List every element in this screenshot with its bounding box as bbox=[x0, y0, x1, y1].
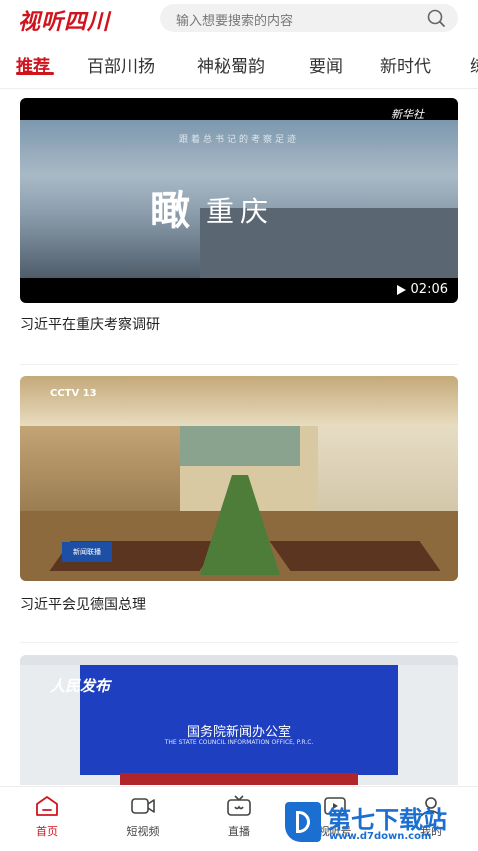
search-bar[interactable]: 输入想要搜索的内容 bbox=[160, 4, 458, 32]
play-icon bbox=[396, 284, 406, 295]
site-name: 第七下载站 bbox=[327, 806, 447, 834]
nav-live-label: 直播 bbox=[228, 825, 250, 838]
search-icon[interactable] bbox=[426, 8, 446, 28]
nav-live[interactable]: 直播 bbox=[204, 795, 274, 839]
tab-more[interactable]: 练 bbox=[470, 52, 478, 77]
app-logo[interactable]: 视听四川 bbox=[18, 4, 110, 36]
video-title-1[interactable]: 习近平在重庆考察调研 bbox=[20, 314, 160, 334]
tabs-divider bbox=[0, 88, 478, 89]
video-camera-icon bbox=[131, 798, 155, 814]
tv-icon bbox=[227, 795, 251, 816]
ceiling-stripe bbox=[20, 655, 458, 665]
category-tabs: 推荐 百部川扬 神秘蜀韵 要闻 新时代 练 bbox=[0, 40, 478, 90]
tab-new-era[interactable]: 新时代 bbox=[380, 52, 431, 77]
nav-home[interactable]: 首页 bbox=[12, 795, 82, 839]
backdrop-title: 国务院新闻办公室 bbox=[186, 725, 291, 740]
tab-baibu-chuanyang[interactable]: 百部川扬 bbox=[87, 52, 155, 77]
top-header: 视听四川 输入想要搜索的内容 bbox=[0, 0, 478, 38]
ceiling bbox=[20, 376, 458, 426]
nav-short-video-label: 短视频 bbox=[126, 825, 160, 838]
landscape-painting bbox=[180, 426, 300, 466]
tab-shenmi-shuyun[interactable]: 神秘蜀韵 bbox=[197, 52, 265, 77]
nav-home-label: 首页 bbox=[36, 825, 58, 838]
site-watermark: 第七下载站 www.d7down.com bbox=[285, 800, 475, 844]
video-title-2[interactable]: 习近平会见德国总理 bbox=[20, 594, 146, 614]
duration-text: 02:06 bbox=[410, 282, 448, 297]
thumbnail-big-char: 瞰 bbox=[150, 187, 190, 234]
search-placeholder[interactable]: 输入想要搜索的内容 bbox=[176, 10, 293, 29]
d7-logo-icon bbox=[285, 802, 321, 842]
right-table bbox=[269, 541, 441, 571]
video-duration: 02:06 bbox=[396, 282, 448, 297]
card-separator bbox=[20, 364, 458, 365]
active-tab-indicator bbox=[16, 72, 54, 75]
home-icon bbox=[36, 796, 58, 816]
thumbnail-headline: 重庆 bbox=[206, 195, 275, 228]
xinhua-watermark: 新华社 bbox=[391, 108, 424, 121]
renmin-fabu-logo: 人民发布 bbox=[50, 677, 111, 695]
video-thumbnail-3[interactable]: 人民发布 国务院新闻办公室 THE STATE COUNCIL INFORMAT… bbox=[20, 655, 458, 785]
tab-headlines[interactable]: 要闻 bbox=[309, 52, 343, 77]
nav-short-video[interactable]: 短视频 bbox=[108, 795, 178, 839]
backdrop-subtitle: THE STATE COUNCIL INFORMATION OFFICE, P.… bbox=[164, 739, 314, 746]
thumbnail-subtitle: 跟着总书记的考察足迹 bbox=[178, 135, 299, 145]
video-thumbnail-2[interactable]: CCTV 13 新闻联播 bbox=[20, 376, 458, 581]
podium-table bbox=[120, 773, 358, 785]
site-url: www.d7down.com bbox=[329, 831, 432, 842]
video-thumbnail-1[interactable]: 跟着总书记的考察足迹 瞰 重庆 新华社 02:06 bbox=[20, 98, 458, 303]
card-separator bbox=[20, 642, 458, 643]
thumbnail-image: 跟着总书记的考察足迹 瞰 重庆 bbox=[20, 120, 458, 278]
press-backdrop bbox=[80, 665, 398, 775]
cctv-logo: CCTV 13 bbox=[50, 388, 97, 399]
news-program-badge: 新闻联播 bbox=[62, 542, 112, 562]
